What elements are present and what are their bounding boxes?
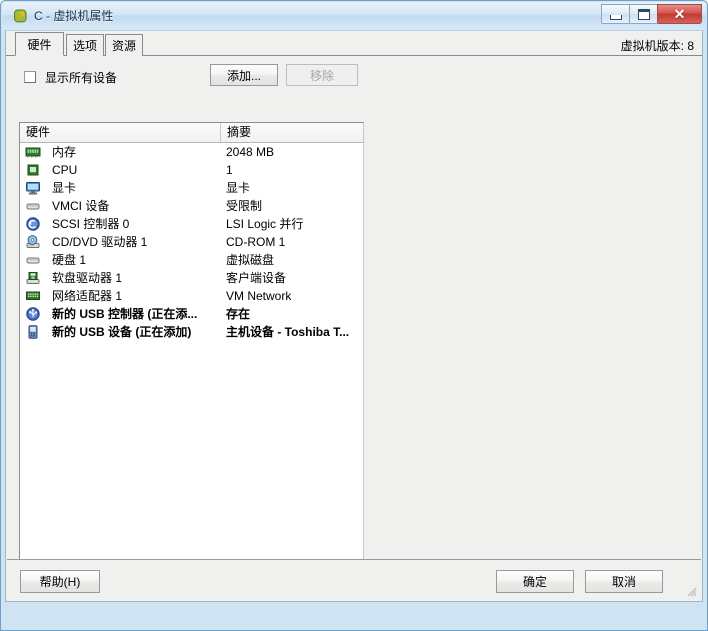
row-name: VMCI 设备 — [52, 199, 110, 213]
tab-options[interactable]: 选项 — [66, 34, 104, 56]
tab-strip: 硬件 选项 资源 虚拟机版本: 8 — [6, 31, 702, 56]
dialog-client-area: 硬件 选项 资源 虚拟机版本: 8 显示所有设备 添加... 移除 硬件 摘要 — [5, 30, 703, 602]
table-row[interactable]: VMCI 设备 受限制 — [20, 197, 363, 215]
row-name: 硬盘 1 — [52, 253, 87, 267]
device-detail-panel — [366, 61, 699, 584]
table-row[interactable]: CD/DVD 驱动器 1 CD-ROM 1 — [20, 233, 363, 251]
remove-button[interactable]: 移除 — [286, 64, 358, 86]
row-name: 软盘驱动器 1 — [52, 271, 123, 285]
row-name: CPU — [52, 163, 78, 177]
help-button[interactable]: 帮助(H) — [20, 570, 100, 593]
checkbox-box[interactable] — [24, 71, 36, 83]
hard-disk-icon — [25, 252, 41, 268]
vmci-device-icon — [25, 198, 41, 214]
table-row[interactable]: CPU 1 — [20, 161, 363, 179]
title-bar[interactable]: C - 虚拟机属性 ✕ — [2, 2, 706, 30]
scsi-controller-icon — [25, 216, 41, 232]
cpu-icon — [25, 162, 41, 178]
row-name: CD/DVD 驱动器 1 — [52, 235, 148, 249]
hardware-list[interactable]: 硬件 摘要 内存 2048 MB CPU 1 显卡 显卡 VMCI 设备 受限制… — [19, 122, 364, 584]
column-header-hardware[interactable]: 硬件 — [20, 123, 221, 142]
network-adapter-icon — [25, 288, 41, 304]
tab-resources-label: 资源 — [111, 39, 136, 53]
column-header-summary[interactable]: 摘要 — [221, 123, 363, 142]
close-icon: ✕ — [673, 6, 686, 22]
row-summary: LSI Logic 并行 — [226, 217, 304, 231]
vm-version-label: 虚拟机版本: 8 — [620, 39, 694, 53]
row-summary: 2048 MB — [226, 145, 275, 159]
row-summary: 显卡 — [226, 181, 251, 195]
maximize-button[interactable] — [629, 4, 658, 24]
show-all-devices-label: 显示所有设备 — [45, 70, 118, 85]
row-name: 新的 USB 设备 (正在添加) — [52, 325, 192, 339]
table-row[interactable]: 内存 2048 MB — [20, 143, 363, 161]
minimize-icon — [609, 14, 622, 20]
add-button-label: 添加... — [226, 68, 261, 83]
memory-icon — [25, 144, 41, 160]
cd-dvd-drive-icon — [25, 234, 41, 250]
table-row[interactable]: 硬盘 1 虚拟磁盘 — [20, 251, 363, 269]
cancel-button[interactable]: 取消 — [585, 570, 663, 593]
usb-controller-icon — [25, 306, 41, 322]
tab-hardware[interactable]: 硬件 — [15, 32, 64, 56]
resize-grip[interactable] — [685, 585, 697, 597]
help-button-label: 帮助(H) — [39, 575, 81, 589]
hardware-list-header: 硬件 摘要 — [20, 123, 363, 143]
table-row[interactable]: 显卡 显卡 — [20, 179, 363, 197]
row-name: SCSI 控制器 0 — [52, 217, 130, 231]
close-button[interactable]: ✕ — [657, 4, 702, 24]
table-row[interactable]: 软盘驱动器 1 客户端设备 — [20, 269, 363, 287]
minimize-button[interactable] — [601, 4, 630, 24]
remove-button-label: 移除 — [309, 68, 334, 83]
usb-device-icon — [25, 324, 41, 340]
window-controls: ✕ — [601, 4, 702, 26]
row-summary: 主机设备 - Toshiba T... — [226, 325, 350, 339]
row-summary: 客户端设备 — [226, 271, 287, 285]
ok-button-label: 确定 — [522, 575, 547, 589]
show-all-devices-checkbox[interactable]: 显示所有设备 — [24, 69, 117, 85]
row-name: 内存 — [52, 145, 77, 159]
row-name: 网络适配器 1 — [52, 289, 123, 303]
table-row[interactable]: SCSI 控制器 0 LSI Logic 并行 — [20, 215, 363, 233]
cancel-button-label: 取消 — [611, 575, 636, 589]
tab-options-label: 选项 — [72, 39, 97, 53]
restore-icon — [637, 8, 650, 20]
window-title: C - 虚拟机属性 — [34, 9, 114, 23]
row-name: 新的 USB 控制器 (正在添... — [52, 307, 198, 321]
dialog-button-bar: 帮助(H) 确定 取消 — [7, 559, 701, 600]
ok-button[interactable]: 确定 — [496, 570, 574, 593]
row-summary: 1 — [226, 163, 233, 177]
video-card-icon — [25, 180, 41, 196]
table-row[interactable]: 新的 USB 设备 (正在添加) 主机设备 - Toshiba T... — [20, 323, 363, 341]
hardware-list-body: 内存 2048 MB CPU 1 显卡 显卡 VMCI 设备 受限制 SCSI … — [20, 143, 363, 583]
floppy-drive-icon — [25, 270, 41, 286]
table-row[interactable]: 网络适配器 1 VM Network — [20, 287, 363, 305]
tab-resources[interactable]: 资源 — [105, 34, 143, 56]
add-button[interactable]: 添加... — [210, 64, 278, 86]
row-name: 显卡 — [52, 181, 77, 195]
row-summary: CD-ROM 1 — [226, 235, 286, 249]
vm-properties-window: C - 虚拟机属性 ✕ 硬件 选项 资源 虚拟机版本: 8 显示所有设备 添加.… — [0, 0, 708, 631]
vm-properties-icon — [12, 8, 28, 24]
row-summary: 受限制 — [226, 199, 263, 213]
row-summary: 存在 — [226, 307, 251, 321]
row-summary: 虚拟磁盘 — [226, 253, 275, 267]
tab-hardware-label: 硬件 — [27, 37, 52, 52]
table-row[interactable]: 新的 USB 控制器 (正在添... 存在 — [20, 305, 363, 323]
row-summary: VM Network — [226, 289, 292, 303]
